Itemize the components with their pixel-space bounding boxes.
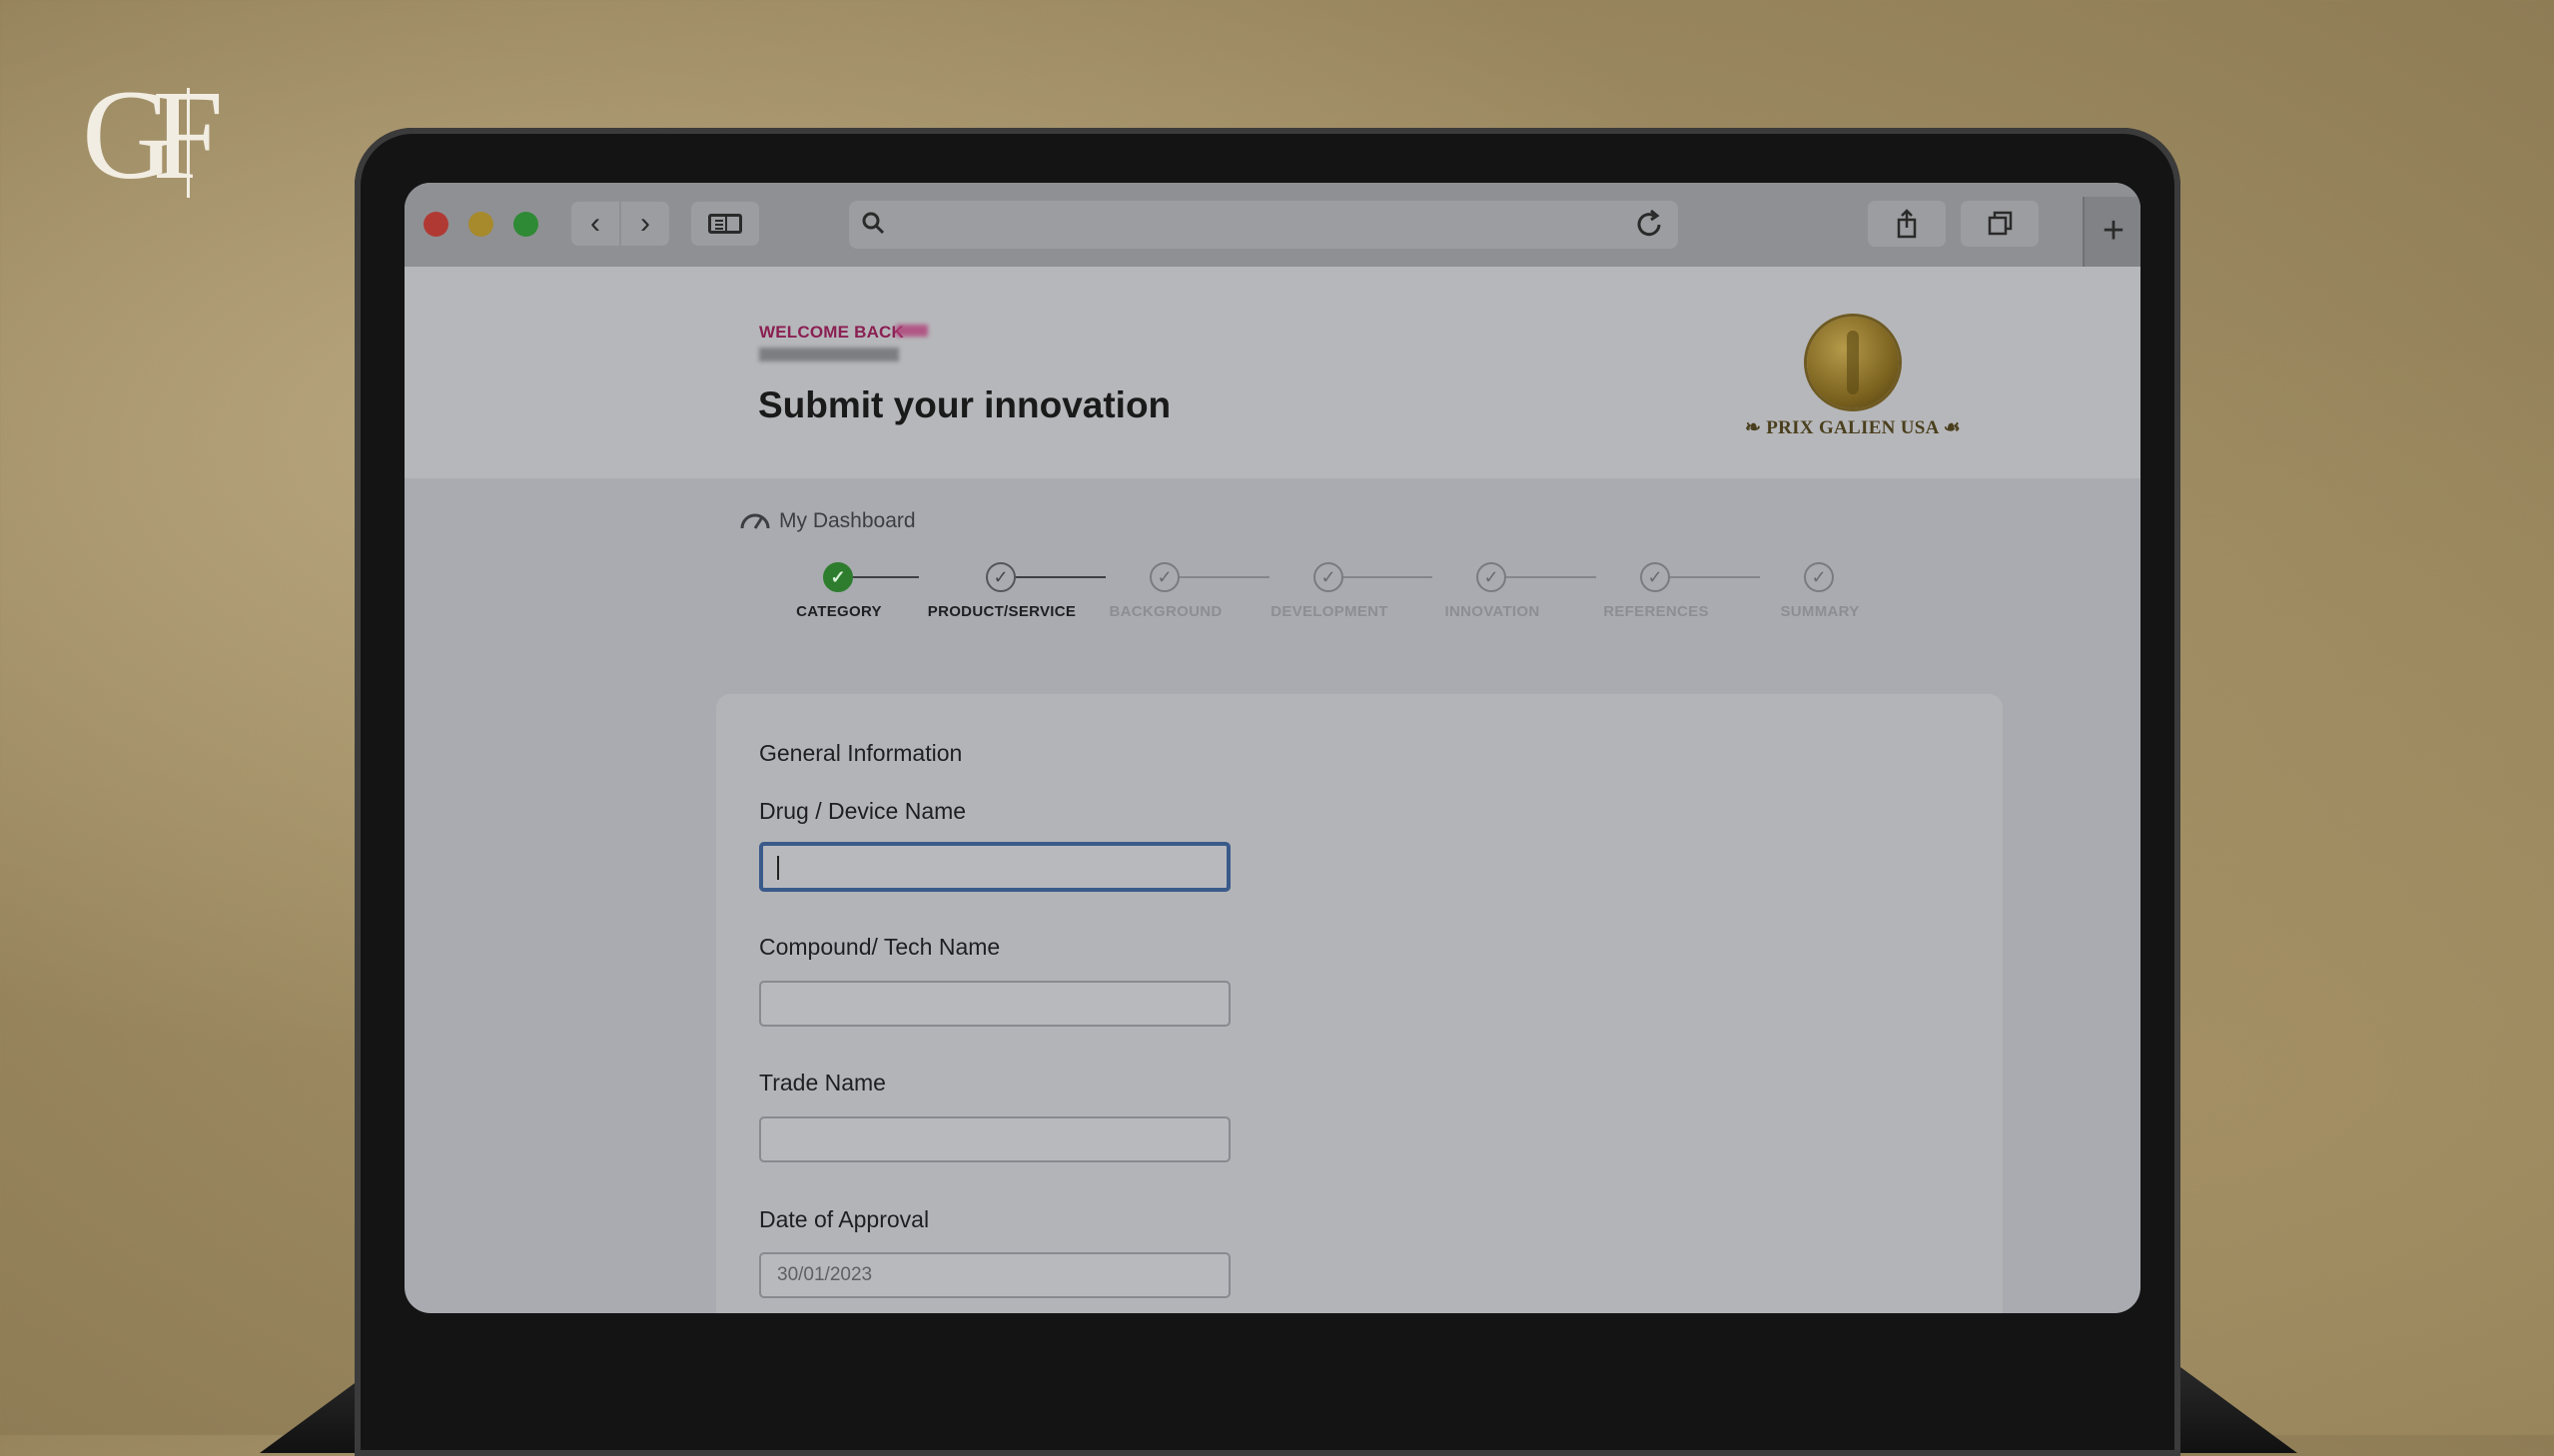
gf-logo-bar: [187, 88, 190, 198]
gf-logo-text: GF: [82, 64, 224, 206]
tabs-icon: [1988, 211, 2013, 236]
tab-overview-button[interactable]: [1961, 201, 2039, 247]
prize-logo-text: ❧ PRIX GALIEN USA ☙: [1713, 416, 1993, 439]
forward-button[interactable]: ›: [621, 202, 669, 246]
browser-toolbar: ‹ › +: [405, 183, 2140, 269]
drug-device-name-input[interactable]: [759, 842, 1231, 892]
section-title: General Information: [759, 740, 963, 766]
compound-tech-name-input[interactable]: [759, 981, 1231, 1027]
compound-tech-name-label: Compound/ Tech Name: [759, 934, 1001, 960]
prix-galien-logo: ❧ PRIX GALIEN USA ☙: [1713, 317, 1983, 456]
page-title: Submit your innovation: [758, 384, 1172, 425]
search-icon: [862, 212, 885, 235]
new-tab-button[interactable]: +: [2083, 197, 2140, 267]
reload-icon[interactable]: [1632, 208, 1666, 242]
check-icon: ✓: [1150, 562, 1180, 592]
step-connector: [1177, 576, 1270, 578]
progress-stepper: ✓ CATEGORY ✓ PRODUCT/SERVICE ✓ BACKGROUN…: [405, 562, 2140, 642]
dashboard-gauge-icon: [740, 513, 770, 529]
back-button[interactable]: ‹: [571, 202, 619, 246]
check-icon: ✓: [1476, 562, 1506, 592]
address-bar[interactable]: [849, 201, 1678, 249]
maximize-window-button[interactable]: [513, 212, 538, 237]
step-connector: [852, 576, 919, 578]
redacted-username: [896, 325, 928, 337]
sidebar-icon: [708, 214, 742, 234]
laptop-screen: ‹ › + WELCOME BACK Submit your innovatio…: [405, 183, 2140, 1313]
trade-name-input[interactable]: [759, 1116, 1231, 1162]
laurel-right-icon: ☙: [1938, 417, 1962, 438]
date-of-approval-input[interactable]: [759, 1252, 1231, 1298]
welcome-text: WELCOME BACK: [759, 323, 904, 342]
step-connector: [1339, 576, 1432, 578]
check-icon: ✓: [1804, 562, 1834, 592]
check-icon: ✓: [1313, 562, 1343, 592]
page-header: WELCOME BACK Submit your innovation ❧ PR…: [405, 267, 2140, 478]
date-of-approval-label: Date of Approval: [759, 1206, 930, 1232]
step-label: SUMMARY: [1780, 603, 1860, 620]
trade-name-label: Trade Name: [759, 1070, 886, 1095]
laurel-left-icon: ❧: [1744, 417, 1767, 438]
redacted-user-name: [759, 348, 899, 362]
dashboard-link-label: My Dashboard: [779, 509, 916, 532]
medal-icon: [1807, 317, 1899, 408]
check-icon: ✓: [1640, 562, 1670, 592]
minimize-window-button[interactable]: [468, 212, 493, 237]
check-icon: ✓: [986, 562, 1016, 592]
share-button[interactable]: [1868, 201, 1946, 247]
text-caret: [777, 856, 779, 880]
gf-logo: GF: [82, 70, 252, 200]
general-information-card: General Information Drug / Device Name C…: [716, 694, 2003, 1313]
prize-name: PRIX GALIEN USA: [1766, 417, 1939, 438]
share-icon: [1897, 209, 1917, 239]
close-window-button[interactable]: [424, 212, 448, 237]
drug-device-name-label: Drug / Device Name: [759, 798, 967, 824]
sidebar-toggle-button[interactable]: [691, 202, 759, 246]
step-connector: [1013, 576, 1106, 578]
step-connector: [1667, 576, 1760, 578]
step-connector: [1503, 576, 1596, 578]
check-icon: ✓: [823, 562, 853, 592]
